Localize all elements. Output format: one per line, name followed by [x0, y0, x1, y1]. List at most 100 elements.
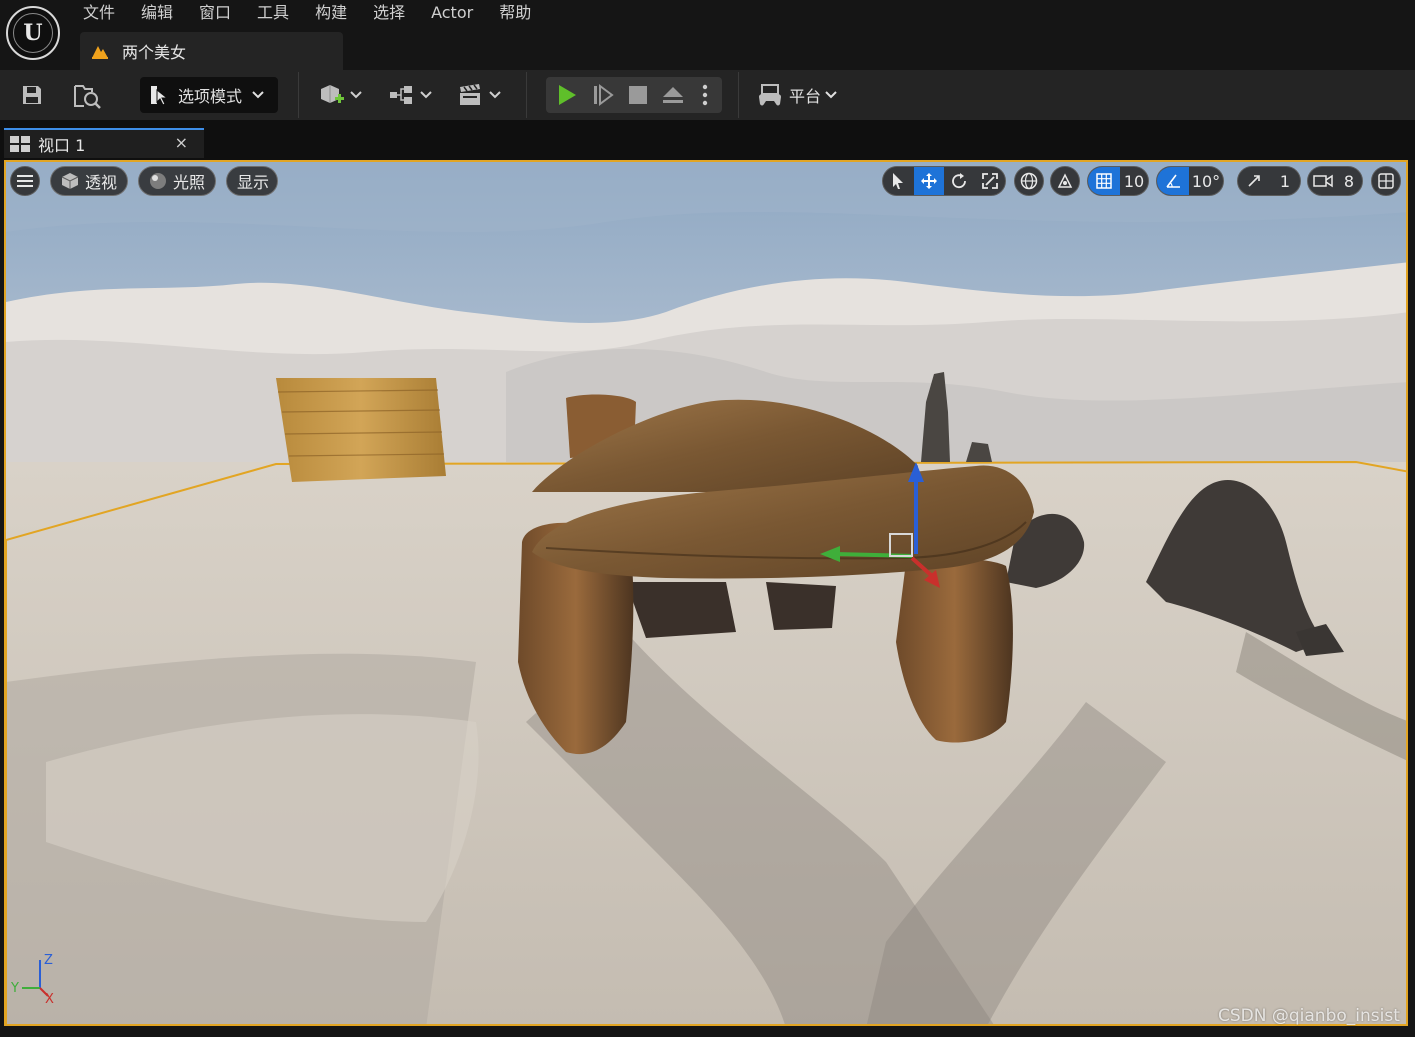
rotate-tool-button[interactable] [944, 167, 975, 195]
menu-edit[interactable]: 编辑 [128, 0, 186, 28]
grid-icon [1096, 173, 1112, 189]
main-menu: 文件 编辑 窗口 工具 构建 选择 Actor 帮助 [70, 0, 544, 28]
bottom-bar [0, 1028, 1415, 1037]
platform-icon [759, 84, 781, 106]
surface-snapping-toggle[interactable] [1050, 166, 1080, 196]
camera-speed-button[interactable]: 8 [1307, 166, 1363, 196]
menu-file[interactable]: 文件 [70, 0, 128, 28]
blueprint-button[interactable] [386, 77, 434, 113]
perspective-label: 透视 [85, 173, 118, 192]
tab-viewport-1[interactable]: 视口 1 × [4, 128, 204, 158]
play-options-button[interactable] [691, 77, 719, 113]
menu-actor[interactable]: Actor [418, 0, 486, 28]
tab-strip [0, 120, 1415, 160]
world-local-toggle[interactable] [1014, 166, 1044, 196]
save-icon[interactable] [20, 83, 44, 107]
close-icon[interactable]: × [175, 133, 188, 152]
hamburger-icon [17, 175, 33, 187]
scale-snap-toggle[interactable] [1238, 167, 1270, 195]
stop-icon [629, 86, 647, 104]
camera-speed-value: 8 [1343, 171, 1355, 191]
cinematics-icon [460, 84, 480, 105]
show-button[interactable]: 显示 [226, 166, 278, 196]
move-icon [920, 173, 937, 189]
toolbar-separator [298, 72, 299, 118]
menu-select[interactable]: 选择 [360, 0, 418, 28]
chevron-down-icon [350, 91, 362, 99]
cursor-icon [893, 173, 904, 189]
eject-button[interactable] [656, 77, 690, 113]
axis-y-label: Y [10, 981, 19, 996]
tab-label: 视口 1 [38, 136, 86, 155]
level-viewport[interactable] [4, 160, 1408, 1026]
chevron-down-icon [420, 91, 432, 99]
camera-icon [1313, 174, 1333, 188]
lit-mode-label: 光照 [173, 173, 206, 192]
add-actor-icon [321, 85, 344, 103]
viewport-layout-icon [10, 136, 30, 152]
surface-snap-icon [1057, 173, 1073, 188]
rotate-icon [952, 173, 967, 189]
play-icon [559, 85, 576, 105]
level-tab[interactable]: 两个美女 [80, 32, 343, 70]
platform-label: 平台 [789, 87, 822, 106]
scale-snap-icon [1248, 175, 1260, 187]
scale-snap-group: 1 [1237, 166, 1301, 196]
step-button[interactable] [586, 77, 620, 113]
axis-z-label: Z [44, 953, 53, 968]
grid-snap-toggle[interactable] [1088, 167, 1120, 195]
translate-tool-button[interactable] [913, 167, 944, 195]
blueprint-icon [390, 86, 412, 104]
lit-mode-button[interactable]: 光照 [138, 166, 216, 196]
viewport-layout-button[interactable] [1371, 166, 1401, 196]
add-actor-button[interactable] [316, 77, 364, 113]
lit-sphere-icon [150, 173, 166, 189]
chevron-down-icon [825, 91, 837, 99]
more-icon [702, 84, 708, 106]
select-tool-button[interactable] [883, 167, 914, 195]
scale-icon [981, 173, 998, 189]
layout-icon [1378, 173, 1394, 189]
title-bar: U 文件 编辑 窗口 工具 构建 选择 Actor 帮助 两个美女 [0, 0, 1415, 70]
perspective-button[interactable]: 透视 [50, 166, 128, 196]
platform-button[interactable]: 平台 [757, 77, 837, 113]
angle-icon [1166, 174, 1180, 188]
watermark-text: CSDN @qianbo_insist [1218, 1006, 1400, 1026]
scene-render [6, 162, 1406, 1024]
step-icon [594, 84, 614, 106]
level-name: 两个美女 [122, 43, 187, 62]
rotation-snap-group: 10° [1156, 166, 1224, 196]
scale-tool-button[interactable] [975, 167, 1006, 195]
axis-indicator: Z Y X [10, 953, 54, 1006]
axis-x-label: X [45, 992, 54, 1006]
menu-window[interactable]: 窗口 [186, 0, 244, 28]
content-browser-icon[interactable] [72, 82, 102, 110]
eject-icon [663, 87, 683, 103]
menu-help[interactable]: 帮助 [486, 0, 544, 28]
unreal-logo-icon[interactable]: U [6, 6, 60, 60]
menu-tools[interactable]: 工具 [244, 0, 302, 28]
globe-icon [1020, 172, 1038, 190]
play-button[interactable] [550, 77, 584, 113]
transform-mode-group [882, 166, 1006, 196]
mode-select-label: 选项模式 [178, 87, 243, 106]
menu-build[interactable]: 构建 [302, 0, 360, 28]
stop-button[interactable] [621, 77, 655, 113]
grid-snap-group: 10 [1087, 166, 1149, 196]
chevron-down-icon [489, 91, 501, 99]
show-label: 显示 [237, 173, 270, 192]
rotation-snap-value[interactable]: 10° [1189, 167, 1223, 195]
play-controls [546, 77, 722, 113]
grid-snap-value[interactable]: 10 [1120, 167, 1148, 195]
level-icon [92, 46, 108, 59]
toolbar-separator [526, 72, 527, 118]
rotation-snap-toggle[interactable] [1157, 167, 1189, 195]
cinematics-button[interactable] [455, 77, 503, 113]
select-mode-icon [151, 86, 169, 106]
toolbar-separator [738, 72, 739, 118]
mode-select-dropdown[interactable]: 选项模式 [140, 77, 278, 113]
chevron-down-icon [252, 91, 264, 99]
viewport-menu-button[interactable] [10, 166, 40, 196]
scale-snap-value[interactable]: 1 [1270, 167, 1300, 195]
cube-icon [61, 173, 79, 189]
